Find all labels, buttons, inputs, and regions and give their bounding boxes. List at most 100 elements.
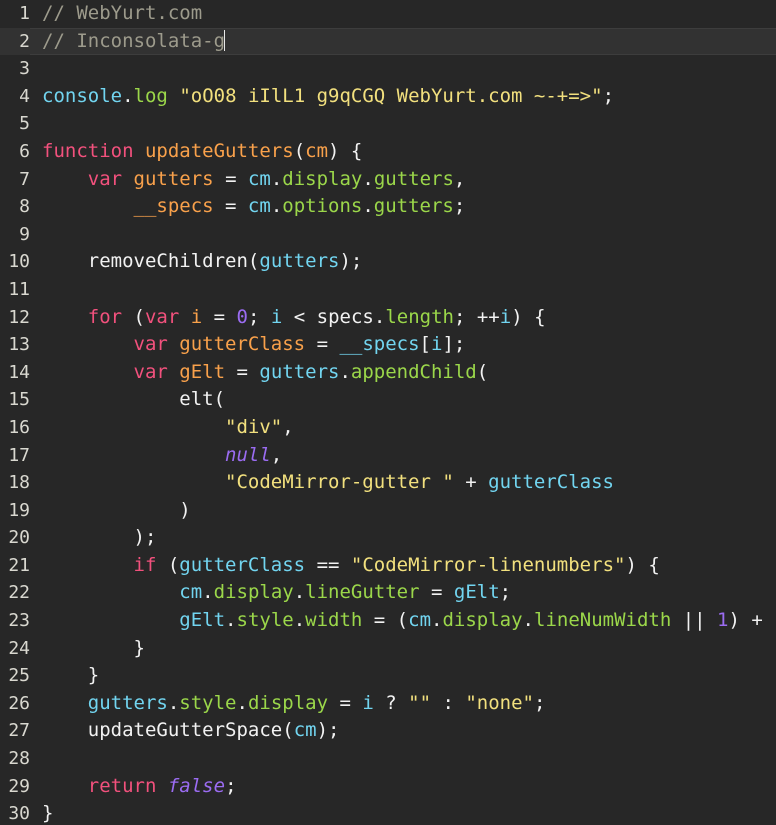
- token-plain: =: [225, 360, 260, 383]
- token-plain: (: [122, 305, 145, 328]
- line-content[interactable]: }: [30, 662, 776, 690]
- line-content[interactable]: return false;: [30, 773, 776, 801]
- code-line[interactable]: 20 );: [0, 524, 776, 552]
- line-content[interactable]: [30, 276, 776, 304]
- line-number: 13: [8, 334, 30, 356]
- line-content[interactable]: cm.display.lineGutter = gElt;: [30, 579, 776, 607]
- line-content[interactable]: gElt.style.width = (cm.display.lineNumWi…: [30, 607, 776, 635]
- line-content[interactable]: );: [30, 524, 776, 552]
- code-line[interactable]: 14 var gElt = gutters.appendChild(: [0, 359, 776, 387]
- token-var: gutterClass: [488, 471, 614, 494]
- code-line[interactable]: 23 gElt.style.width = (cm.display.lineNu…: [0, 607, 776, 635]
- token-plain: ;: [602, 84, 615, 107]
- token-plain: = (: [362, 609, 409, 632]
- line-content[interactable]: updateGutterSpace(cm);: [30, 717, 776, 745]
- code-line[interactable]: 13 var gutterClass = __specs[i];: [0, 331, 776, 359]
- token-var: i: [499, 305, 512, 328]
- code-line[interactable]: 8 __specs = cm.options.gutters;: [0, 193, 776, 221]
- line-content[interactable]: removeChildren(gutters);: [30, 248, 776, 276]
- token-def: gutters: [133, 167, 214, 190]
- code-line[interactable]: 12 for (var i = 0; i < specs.length; ++i…: [0, 304, 776, 332]
- line-content[interactable]: gutters.style.display = i ? "" : "none";: [30, 690, 776, 718]
- code-lines-container[interactable]: 1// WebYurt.com 2// Inconsolata-g 3 4 conso…: [0, 0, 776, 825]
- code-line[interactable]: 16 "div",: [0, 414, 776, 442]
- line-content[interactable]: }: [30, 800, 776, 825]
- token-var: gutters: [259, 360, 340, 383]
- token-plain: .: [339, 360, 351, 383]
- token-plain: .: [293, 609, 306, 632]
- token-empty: [42, 112, 53, 134]
- token-plain: ,: [282, 415, 294, 438]
- line-content[interactable]: // WebYurt.com: [30, 0, 776, 28]
- code-line[interactable]: 5: [0, 110, 776, 138]
- line-content[interactable]: elt(: [30, 386, 776, 414]
- code-line[interactable]: 25 }: [0, 662, 776, 690]
- token-empty: [42, 57, 53, 79]
- token-def: cm: [305, 139, 329, 162]
- code-line[interactable]: 21 if (gutterClass == "CodeMirror-linenu…: [0, 552, 776, 580]
- token-plain: .: [293, 581, 306, 604]
- code-line[interactable]: 6 function updateGutters(cm) {: [0, 138, 776, 166]
- line-number: 23: [8, 610, 30, 632]
- line-content[interactable]: if (gutterClass == "CodeMirror-linenumbe…: [30, 552, 776, 580]
- code-line[interactable]: 18 "CodeMirror-gutter " + gutterClass: [0, 469, 776, 497]
- token-plain: ) {: [328, 139, 363, 162]
- token-keyword: function: [42, 139, 134, 162]
- code-line[interactable]: 17 null,: [0, 442, 776, 470]
- code-line[interactable]: 2 // Inconsolata-g: [0, 27, 776, 56]
- line-content[interactable]: null,: [30, 442, 776, 470]
- line-number: 10: [8, 251, 30, 273]
- token-plain: (: [476, 360, 489, 383]
- code-line[interactable]: 15 elt(: [0, 386, 776, 414]
- token-prop: display: [213, 581, 294, 604]
- line-content[interactable]: console.log "oO08 iIlL1 g9qCGQ WebYurt.c…: [30, 83, 776, 111]
- line-content[interactable]: [30, 110, 776, 138]
- line-content[interactable]: }: [30, 635, 776, 663]
- line-content[interactable]: var gElt = gutters.appendChild(: [30, 359, 776, 387]
- code-line[interactable]: 9: [0, 221, 776, 249]
- code-line[interactable]: 1 // WebYurt.com: [0, 0, 776, 28]
- token-number: 0: [236, 305, 248, 328]
- line-content[interactable]: "CodeMirror-gutter " + gutterClass: [30, 469, 776, 497]
- line-content[interactable]: for (var i = 0; i < specs.length; ++i) {: [30, 304, 776, 332]
- code-line[interactable]: 22 cm.display.lineGutter = gElt;: [0, 579, 776, 607]
- token-var: gutterClass: [179, 553, 306, 576]
- line-number: 18: [8, 472, 30, 494]
- line-content[interactable]: [30, 745, 776, 773]
- code-line[interactable]: 10 removeChildren(gutters);: [0, 248, 776, 276]
- line-content[interactable]: // Inconsolata-g: [30, 27, 776, 56]
- code-line[interactable]: 26 gutters.style.display = i ? "" : "non…: [0, 690, 776, 718]
- code-line[interactable]: 3: [0, 55, 776, 83]
- code-line[interactable]: 7 var gutters = cm.display.gutters,: [0, 166, 776, 194]
- code-line[interactable]: 11: [0, 276, 776, 304]
- token-prop: gutters: [373, 167, 454, 190]
- line-content[interactable]: "div",: [30, 414, 776, 442]
- code-line[interactable]: 4 console.log "oO08 iIlL1 g9qCGQ WebYurt.…: [0, 83, 776, 111]
- token-plain: ;: [499, 581, 512, 604]
- code-line[interactable]: 24 }: [0, 635, 776, 663]
- token-plain: ;: [453, 195, 466, 218]
- line-content[interactable]: [30, 55, 776, 83]
- line-content[interactable]: ): [30, 497, 776, 525]
- token-def: updateGutters: [144, 139, 294, 162]
- code-line[interactable]: 29 return false;: [0, 773, 776, 801]
- line-content[interactable]: function updateGutters(cm) {: [30, 138, 776, 166]
- token-prop: display: [247, 691, 329, 714]
- line-content[interactable]: [30, 221, 776, 249]
- line-number: 11: [8, 278, 30, 300]
- line-content[interactable]: var gutterClass = __specs[i];: [30, 331, 776, 359]
- code-editor[interactable]: 1// WebYurt.com 2// Inconsolata-g 3 4 conso…: [0, 0, 776, 825]
- code-line[interactable]: 27 updateGutterSpace(cm);: [0, 717, 776, 745]
- code-line[interactable]: 28: [0, 745, 776, 773]
- code-line[interactable]: 30}: [0, 800, 776, 825]
- code-line[interactable]: 19 ): [0, 497, 776, 525]
- line-content[interactable]: __specs = cm.options.gutters;: [30, 193, 776, 221]
- line-content[interactable]: var gutters = cm.display.gutters,: [30, 166, 776, 194]
